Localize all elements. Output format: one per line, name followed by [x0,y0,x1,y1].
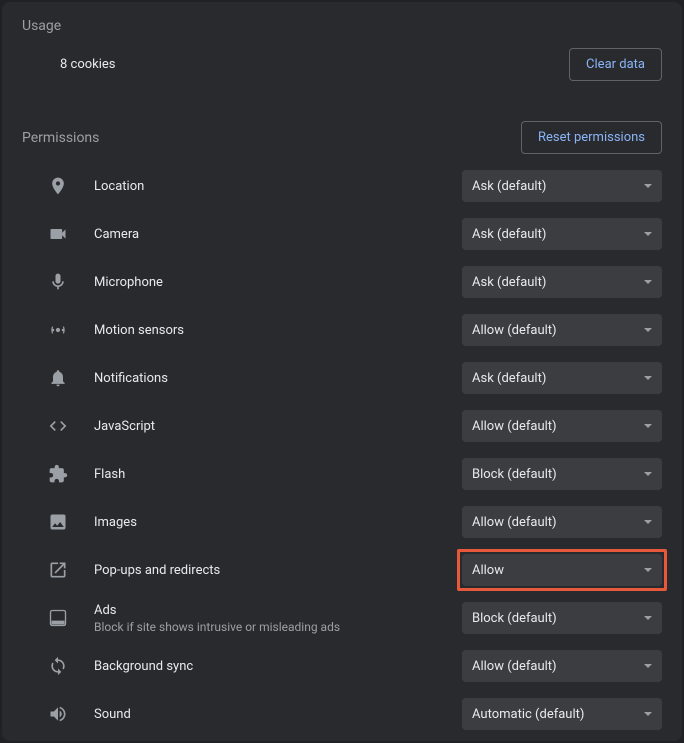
permission-label: Notifications [94,371,462,386]
permission-label: Microphone [94,275,462,290]
permission-label-wrap: Notifications [94,371,462,386]
cookies-count: 8 cookies [60,57,116,72]
permission-select-motion[interactable]: Allow (default) [462,314,662,346]
permission-row-popups: Pop-ups and redirects Allow [22,546,662,594]
permission-value: Allow (default) [472,659,557,674]
permission-row-sound: Sound Automatic (default) [22,690,662,738]
permission-row-flash: Flash Block (default) [22,450,662,498]
location-icon [46,174,70,198]
chevron-down-icon [644,616,652,620]
permission-label: Pop-ups and redirects [94,563,462,578]
flash-icon [46,462,70,486]
permissions-list: Location Ask (default) Camera Ask (default)… [2,162,682,738]
permission-value: Allow (default) [472,323,557,338]
permission-row-images: Images Allow (default) [22,498,662,546]
permission-value: Ask (default) [472,275,546,290]
permission-label-wrap: Pop-ups and redirects [94,563,462,578]
usage-section-header: Usage [2,2,682,44]
permission-select-notifications[interactable]: Ask (default) [462,362,662,394]
permission-label-wrap: Images [94,515,462,530]
permission-label: Images [94,515,462,530]
permission-select-flash[interactable]: Block (default) [462,458,662,490]
chevron-down-icon [644,280,652,284]
chevron-down-icon [644,328,652,332]
chevron-down-icon [644,424,652,428]
permission-label: Sound [94,707,462,722]
permission-value: Allow (default) [472,419,557,434]
permission-select-images[interactable]: Allow (default) [462,506,662,538]
permissions-title: Permissions [22,130,99,146]
usage-title: Usage [22,18,61,34]
permission-label-wrap: Microphone [94,275,462,290]
permission-select-ads[interactable]: Block (default) [462,602,662,634]
permission-select-microphone[interactable]: Ask (default) [462,266,662,298]
camera-icon [46,222,70,246]
chevron-down-icon [644,376,652,380]
permission-label: Motion sensors [94,323,462,338]
permission-row-sync: Background sync Allow (default) [22,642,662,690]
permission-select-sync[interactable]: Allow (default) [462,650,662,682]
permission-label-wrap: Motion sensors [94,323,462,338]
notifications-icon [46,366,70,390]
settings-panel: Usage 8 cookies Clear data Permissions R… [2,2,682,741]
javascript-icon [46,414,70,438]
permission-row-ads: Ads Block if site shows intrusive or misl… [22,594,662,642]
permission-value: Block (default) [472,467,557,482]
permission-row-javascript: JavaScript Allow (default) [22,402,662,450]
permission-label: JavaScript [94,419,462,434]
permission-label: Location [94,179,462,194]
popups-icon [46,558,70,582]
permission-row-motion: Motion sensors Allow (default) [22,306,662,354]
chevron-down-icon [644,664,652,668]
permission-label: Ads [94,603,462,618]
permission-label-wrap: Location [94,179,462,194]
motion-icon [46,318,70,342]
permission-label: Background sync [94,659,462,674]
sound-icon [46,702,70,726]
permission-value: Allow (default) [472,515,557,530]
permission-select-camera[interactable]: Ask (default) [462,218,662,250]
microphone-icon [46,270,70,294]
permissions-section-header: Permissions Reset permissions [2,103,682,162]
permission-value: Allow [472,563,504,578]
permission-row-notifications: Notifications Ask (default) [22,354,662,402]
permission-sublabel: Block if site shows intrusive or mislead… [94,620,462,634]
permission-label-wrap: Background sync [94,659,462,674]
permission-label: Flash [94,467,462,482]
images-icon [46,510,70,534]
usage-row: 8 cookies Clear data [2,44,682,103]
permission-row-location: Location Ask (default) [22,162,662,210]
chevron-down-icon [644,712,652,716]
chevron-down-icon [644,520,652,524]
chevron-down-icon [644,472,652,476]
chevron-down-icon [644,568,652,572]
reset-permissions-button[interactable]: Reset permissions [521,121,662,154]
permission-value: Block (default) [472,611,557,626]
chevron-down-icon [644,184,652,188]
permission-select-popups[interactable]: Allow [462,554,662,586]
permission-label-wrap: Flash [94,467,462,482]
permission-label-wrap: JavaScript [94,419,462,434]
permission-value: Ask (default) [472,371,546,386]
highlight-box: Allow [457,549,667,591]
permission-value: Ask (default) [472,227,546,242]
sync-icon [46,654,70,678]
permission-row-microphone: Microphone Ask (default) [22,258,662,306]
permission-label-wrap: Sound [94,707,462,722]
permission-label: Camera [94,227,462,242]
clear-data-button[interactable]: Clear data [569,48,662,81]
permission-row-camera: Camera Ask (default) [22,210,662,258]
permission-value: Ask (default) [472,179,546,194]
permission-label-wrap: Ads Block if site shows intrusive or misl… [94,603,462,634]
chevron-down-icon [644,232,652,236]
permission-label-wrap: Camera [94,227,462,242]
permission-select-javascript[interactable]: Allow (default) [462,410,662,442]
ads-icon [46,606,70,630]
permission-select-sound[interactable]: Automatic (default) [462,698,662,730]
permission-value: Automatic (default) [472,707,584,722]
permission-select-location[interactable]: Ask (default) [462,170,662,202]
